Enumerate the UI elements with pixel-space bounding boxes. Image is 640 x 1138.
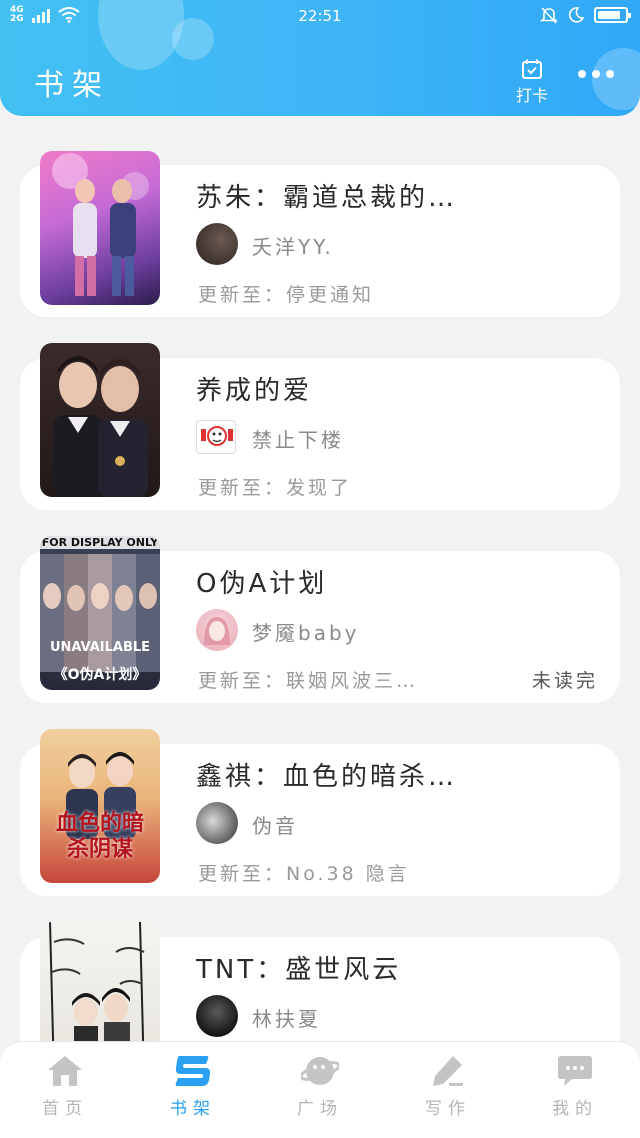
nav-mine[interactable]: 我的 — [520, 1054, 630, 1119]
decor-bubble — [592, 48, 640, 110]
book-cover[interactable] — [40, 343, 160, 497]
status-indicators — [540, 6, 631, 24]
author-avatar — [196, 609, 238, 651]
nav-label: 书架 — [170, 1099, 216, 1119]
pen-icon — [433, 1056, 463, 1086]
book-card[interactable]: 养成的爱 禁止下楼 更新至：发现了 — [20, 343, 620, 510]
update-status: 更新至：发现了 — [198, 477, 353, 499]
author-name: 夭洋YY. — [252, 235, 334, 259]
update-status: 更新至：No.38 隐言 — [198, 863, 410, 885]
checkin-button[interactable]: 打卡 — [510, 58, 554, 106]
book-title: 鑫祺：血色的暗杀… — [196, 762, 458, 792]
cover-watermark-top: FOR DISPLAY ONLY — [40, 536, 160, 549]
battery-level — [598, 11, 621, 19]
nav-label: 写作 — [425, 1099, 471, 1119]
nav-write[interactable]: 写作 — [393, 1054, 503, 1119]
mute-bell-icon — [540, 7, 558, 24]
calendar-check-icon — [522, 59, 542, 79]
home-icon — [48, 1056, 82, 1086]
nav-bookshelf[interactable]: 书架 — [138, 1054, 248, 1119]
book-cover[interactable]: 血色的暗杀阴谋 — [40, 729, 160, 883]
moon-icon — [568, 7, 584, 23]
author-name: 伪音 — [252, 814, 298, 838]
update-status: 更新至：联姻风波三… — [198, 670, 419, 692]
unread-badge: 未读完 — [531, 670, 598, 692]
nav-label: 首页 — [42, 1099, 88, 1119]
author-avatar — [196, 995, 238, 1037]
author-avatar — [196, 420, 236, 454]
bottom-nav: 首页 书架 广场 写作 我的 — [0, 1041, 640, 1138]
author-name: 梦魇baby — [252, 621, 360, 645]
cover-watermark-mid: UNAVAILABLE — [49, 640, 151, 655]
cover-artwork — [49, 922, 145, 1041]
book-cover[interactable]: FOR DISPLAY ONLY UNAVAILABLE 《O伪A计划》 — [40, 536, 160, 690]
author-name: 林扶夏 — [252, 1007, 321, 1031]
bookshelf-icon — [175, 1056, 211, 1086]
author-name: 禁止下楼 — [252, 428, 344, 452]
nav-label: 我的 — [552, 1099, 598, 1119]
nav-home[interactable]: 首页 — [10, 1054, 120, 1119]
book-card[interactable]: 血色的暗杀阴谋 鑫祺：血色的暗杀… 伪音 更新至：No.38 隐言 — [20, 729, 620, 896]
book-title: 苏朱：霸道总裁的… — [196, 183, 458, 213]
cover-caption: 血色的暗杀阴谋 — [55, 811, 144, 862]
checkin-label: 打卡 — [515, 86, 548, 105]
planet-icon — [301, 1057, 339, 1085]
book-card[interactable]: FOR DISPLAY ONLY UNAVAILABLE 《O伪A计划》 O伪A… — [20, 536, 620, 703]
nav-label: 广场 — [297, 1099, 343, 1119]
chat-bubble-icon — [558, 1056, 592, 1086]
book-title: 养成的爱 — [196, 376, 313, 406]
book-title: O伪A计划 — [196, 569, 328, 599]
cover-caption: 《O伪A计划》 — [53, 667, 147, 683]
update-status: 更新至：停更通知 — [198, 284, 375, 306]
page-title: 书架 — [34, 68, 110, 103]
author-avatar — [196, 802, 238, 844]
cover-artwork — [52, 153, 149, 296]
book-title: TNT：盛世风云 — [196, 955, 402, 985]
bookshelf-list: 苏朱：霸道总裁的… 夭洋YY. 更新至：停更通知 养成的爱 禁止下楼 更新至：发… — [0, 116, 640, 1041]
nav-square[interactable]: 广场 — [265, 1054, 375, 1119]
app-header: 4G 2G 22:51 书架 打卡 — [0, 0, 640, 116]
book-cover[interactable] — [40, 922, 160, 1041]
battery-icon — [594, 7, 631, 23]
book-card[interactable]: TNT：盛世风云 林扶夏 — [20, 922, 620, 1041]
more-options-icon[interactable] — [578, 70, 614, 78]
book-cover[interactable] — [40, 151, 160, 305]
book-card[interactable]: 苏朱：霸道总裁的… 夭洋YY. 更新至：停更通知 — [20, 151, 620, 317]
cover-artwork — [54, 356, 148, 497]
author-avatar — [196, 223, 238, 265]
status-bar: 4G 2G 22:51 — [0, 0, 640, 34]
